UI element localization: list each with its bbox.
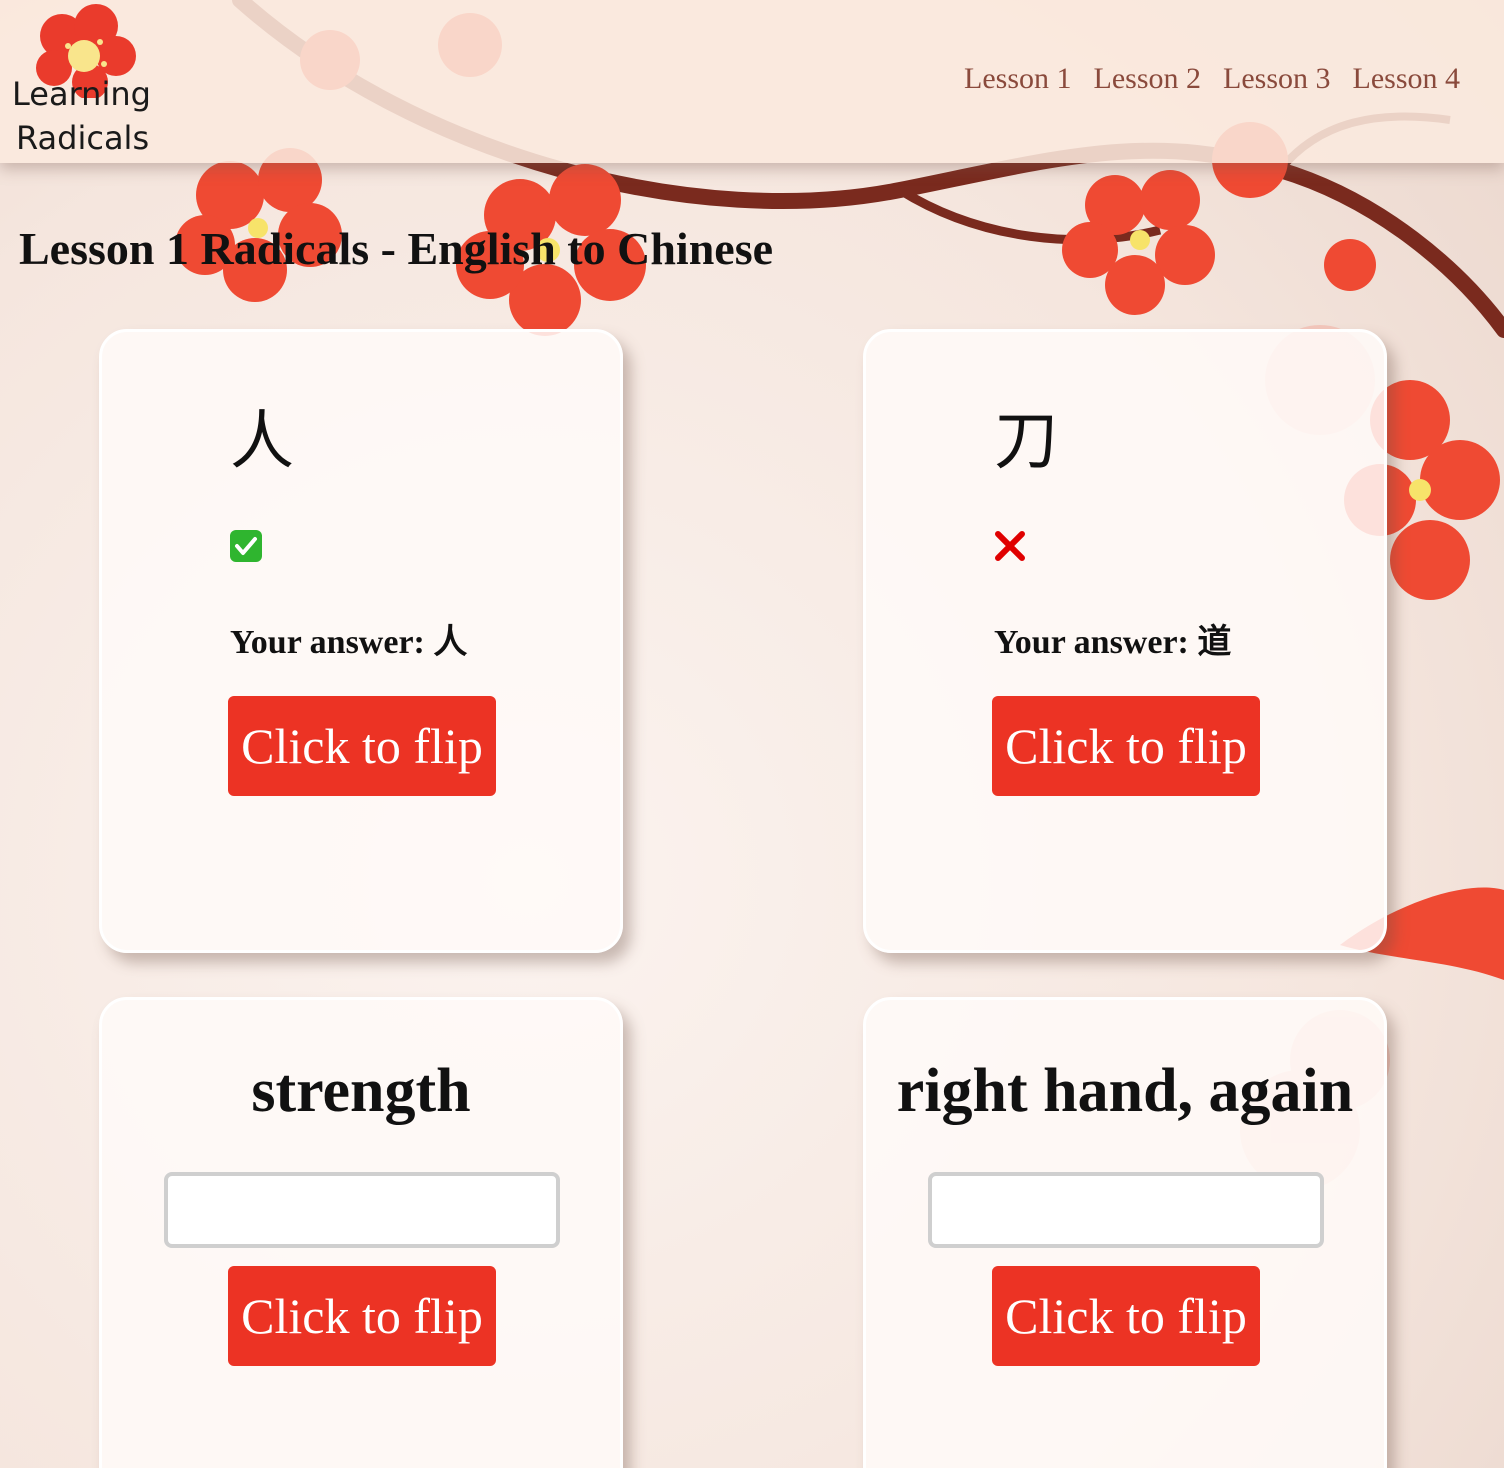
flip-button[interactable]: Click to flip [228, 1266, 496, 1366]
flashcard-1: 人 Your answer: 人 Click to flip [99, 329, 623, 953]
lesson-nav: Lesson 1 Lesson 2 Lesson 3 Lesson 4 [964, 62, 1460, 96]
flashcard-3: strength Click to flip [99, 997, 623, 1468]
site-logo[interactable]: Learning Radicals [10, 2, 160, 160]
brand-line-1: Learning [12, 75, 151, 113]
brand-line-2: Radicals [16, 119, 150, 157]
nav-lesson-1[interactable]: Lesson 1 [964, 62, 1072, 96]
flip-button[interactable]: Click to flip [992, 696, 1260, 796]
english-prompt: right hand, again [896, 1057, 1354, 1125]
english-prompt: strength [251, 1057, 471, 1125]
nav-lesson-2[interactable]: Lesson 2 [1094, 62, 1202, 96]
flip-button[interactable]: Click to flip [228, 696, 496, 796]
your-answer-label: Your answer: 道 [994, 624, 1232, 661]
site-header: Learning Radicals Lesson 1 Lesson 2 Less… [0, 0, 1504, 163]
answer-input[interactable] [164, 1172, 560, 1248]
flashcard-2: 刀 Your answer: 道 Click to flip [863, 329, 1387, 953]
your-answer-label: Your answer: 人 [230, 624, 468, 661]
radical-glyph: 刀 [994, 405, 1058, 479]
page-title: Lesson 1 Radicals - English to Chinese [19, 223, 774, 274]
nav-lesson-4[interactable]: Lesson 4 [1353, 62, 1461, 96]
answer-input[interactable] [928, 1172, 1324, 1248]
radical-glyph: 人 [230, 405, 294, 479]
site-brand-name: Learning Radicals [12, 72, 151, 160]
check-mark-icon [230, 530, 262, 562]
cross-mark-icon [995, 531, 1025, 561]
nav-lesson-3[interactable]: Lesson 3 [1223, 62, 1331, 96]
flashcard-4: right hand, again Click to flip [863, 997, 1387, 1468]
flip-button[interactable]: Click to flip [992, 1266, 1260, 1366]
